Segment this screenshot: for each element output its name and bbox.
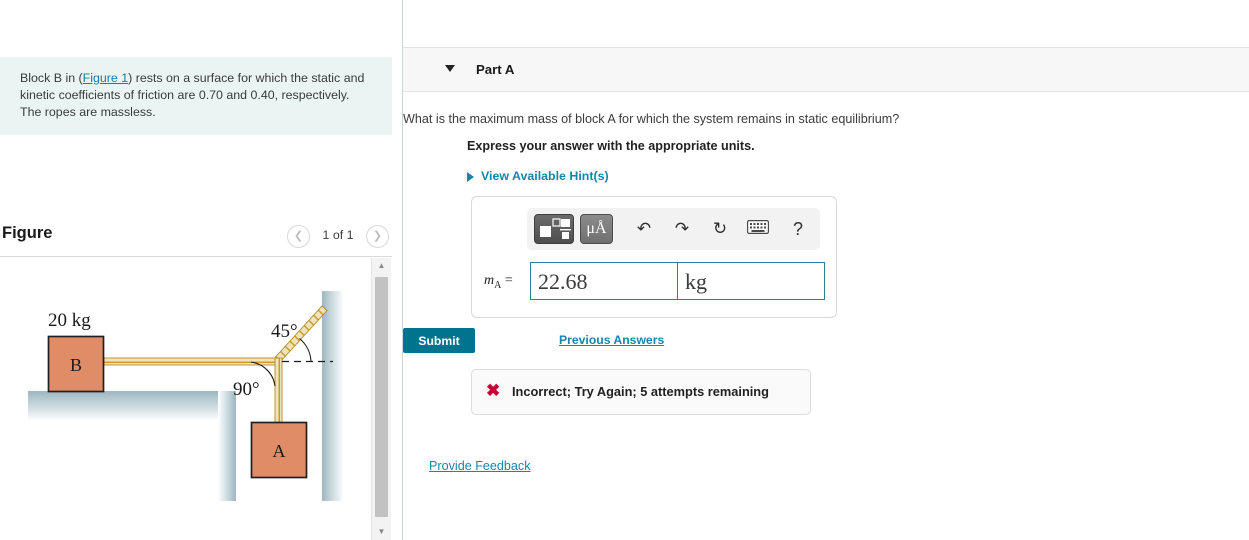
figure-diagram: 20 kg B A 45° 90° xyxy=(28,291,344,501)
undo-icon[interactable]: ↶ xyxy=(631,216,657,242)
previous-answers-link[interactable]: Previous Answers xyxy=(559,333,664,347)
answer-units-input[interactable]: kg xyxy=(677,262,825,300)
feedback-message: Incorrect; Try Again; 5 attempts remaini… xyxy=(512,384,769,399)
figure-scrollbar[interactable]: ▲ ▼ xyxy=(371,258,391,540)
answer-variable-name: m xyxy=(484,273,495,288)
rope-vertical xyxy=(274,357,283,424)
figure-viewport: 20 kg B A 45° 90° xyxy=(0,258,371,540)
figure-header-divider xyxy=(0,256,392,257)
help-icon[interactable]: ? xyxy=(785,216,811,242)
part-a-title: Part A xyxy=(476,62,515,77)
keyboard-icon[interactable] xyxy=(745,216,771,242)
view-hints-link[interactable]: View Available Hint(s) xyxy=(481,169,609,183)
math-toolbar: μÅ ↶ ↷ ↻ ? xyxy=(527,208,820,250)
part-a-header[interactable]: Part A xyxy=(403,47,1249,92)
math-template-icon[interactable] xyxy=(534,214,574,244)
figure-counter: 1 of 1 xyxy=(322,228,354,242)
problem-text-before: Block B in ( xyxy=(20,71,83,85)
scroll-up-icon[interactable]: ▲ xyxy=(372,258,391,274)
scrollbar-thumb[interactable] xyxy=(375,277,388,517)
question-text: What is the maximum mass of block A for … xyxy=(403,112,900,126)
figure-title: Figure xyxy=(2,224,53,242)
figure-1-link[interactable]: Figure 1 xyxy=(83,71,128,85)
figure-next-button[interactable]: ❯ xyxy=(366,225,389,248)
answer-value-input[interactable]: 22.68 xyxy=(530,262,678,300)
figure-prev-button[interactable]: ❮ xyxy=(287,225,310,248)
figure-label-angle-45: 45° xyxy=(271,321,298,342)
keyboard-glyph xyxy=(747,220,769,235)
figure-label-block-b: B xyxy=(70,355,82,375)
scroll-down-icon[interactable]: ▼ xyxy=(372,524,391,540)
answer-entry-box: μÅ ↶ ↷ ↻ ? mA = 22.68 kg xyxy=(471,196,837,318)
provide-feedback-link[interactable]: Provide Feedback xyxy=(429,459,531,473)
reset-icon[interactable]: ↻ xyxy=(707,216,733,242)
answer-equals-sign: = xyxy=(501,273,513,288)
ground-surface xyxy=(28,391,236,501)
caret-down-icon[interactable] xyxy=(445,65,455,72)
caret-right-icon[interactable] xyxy=(467,172,474,182)
instruction-text: Express your answer with the appropriate… xyxy=(467,139,755,153)
submit-button[interactable]: Submit xyxy=(403,328,475,353)
problem-statement: Block B in (Figure 1) rests on a surface… xyxy=(0,57,392,135)
figure-header: Figure ❮ 1 of 1 ❯ xyxy=(0,219,392,257)
angle-arc-45 xyxy=(299,338,312,362)
answer-variable-label: mA = xyxy=(484,273,513,291)
figure-label-angle-90: 90° xyxy=(233,379,260,400)
redo-icon[interactable]: ↷ xyxy=(669,216,695,242)
right-panel: Part A What is the maximum mass of block… xyxy=(403,0,1249,540)
feedback-banner: ✖ Incorrect; Try Again; 5 attempts remai… xyxy=(471,369,811,415)
units-button[interactable]: μÅ xyxy=(580,214,613,244)
left-panel: Block B in (Figure 1) rests on a surface… xyxy=(0,0,402,540)
rope-horizontal xyxy=(103,357,280,366)
math-template-glyph xyxy=(540,218,571,239)
figure-label-block-a: A xyxy=(273,441,286,461)
error-x-icon: ✖ xyxy=(486,381,501,400)
wall-surface xyxy=(322,291,344,501)
figure-label-mass-b: 20 kg xyxy=(48,310,91,331)
